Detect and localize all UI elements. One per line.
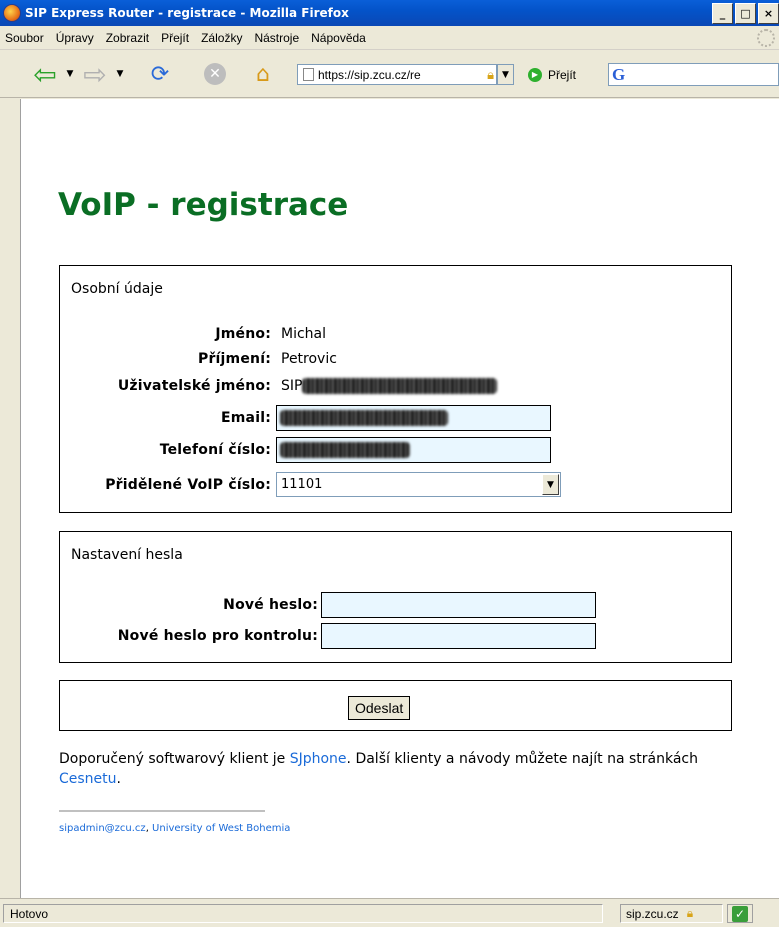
go-button[interactable]: ▶ Přejít — [528, 64, 576, 85]
password-legend: Nastavení hesla — [71, 547, 183, 563]
personal-info-legend: Osobní údaje — [71, 281, 163, 297]
url-bar[interactable]: https://sip.zcu.cz/re 🔒︎ — [297, 64, 497, 85]
menu-upravy[interactable]: Úpravy — [56, 31, 94, 45]
search-input[interactable]: G — [608, 63, 779, 86]
navigation-toolbar: ⇦ ▼ ⇨ ▼ ⟳ ✕ ⌂ https://sip.zcu.cz/re 🔒︎ ▼… — [0, 50, 779, 98]
close-button[interactable]: × — [758, 3, 779, 24]
submit-section: Odeslat — [59, 680, 732, 731]
menu-prejit[interactable]: Přejít — [161, 31, 189, 45]
go-label: Přejít — [548, 67, 577, 82]
page-content: VoIP - registrace Osobní údaje Jméno: Mi… — [20, 99, 779, 898]
reload-icon[interactable]: ⟳ — [145, 59, 175, 89]
maximize-button[interactable]: □ — [735, 3, 756, 24]
menu-bar: Soubor Úpravy Zobrazit Přejít Záložky Ná… — [0, 26, 779, 50]
window-titlebar: SIP Express Router - registrace - Mozill… — [0, 0, 779, 26]
voip-number-label: Přidělené VoIP číslo: — [105, 476, 271, 493]
username-prefix: SIP — [281, 378, 303, 394]
left-frame — [0, 99, 20, 898]
confirm-password-label: Nové heslo pro kontrolu: — [117, 628, 318, 644]
new-password-label: Nové heslo: — [223, 597, 318, 613]
menu-napoveda[interactable]: Nápověda — [311, 31, 366, 45]
status-bar: Hotovo sip.zcu.cz 🔒︎ ✓ — [0, 898, 779, 927]
last-name-label: Příjmení: — [197, 351, 271, 367]
go-icon: ▶ — [528, 67, 542, 82]
password-section: Nastavení hesla Nové heslo: Nové heslo p… — [59, 531, 732, 663]
lock-icon[interactable]: 🔒︎ — [687, 906, 693, 921]
home-icon[interactable]: ⌂ — [248, 59, 278, 89]
voip-number-row: Přidělené VoIP číslo: 11101 ▼ — [71, 472, 561, 497]
footer-email-link[interactable]: sipadmin@zcu.cz — [59, 823, 146, 834]
forward-dropdown-icon[interactable]: ▼ — [114, 59, 126, 89]
status-site-label: sip.zcu.cz — [626, 906, 679, 921]
last-name-value: Petrovic — [281, 351, 337, 367]
checkmark-icon: ✓ — [732, 905, 748, 922]
forward-icon[interactable]: ⇨ — [80, 58, 110, 91]
phone-row: Telefoní číslo: — [71, 437, 551, 463]
status-text: Hotovo — [3, 904, 603, 923]
lock-icon[interactable]: 🔒︎ — [487, 67, 494, 83]
new-password-field[interactable] — [321, 592, 596, 618]
footer: sipadmin@zcu.cz, University of West Bohe… — [59, 823, 290, 834]
menu-zalozky[interactable]: Záložky — [201, 31, 242, 45]
username-row: Uživatelské jméno: SIP — [71, 378, 498, 394]
para-text-2: . Další klienty a návody můžete najít na… — [346, 751, 698, 767]
para-text-3: . — [116, 771, 121, 787]
voip-number-select[interactable]: 11101 ▼ — [276, 472, 561, 497]
para-text-1: Doporučený softwarový klient je — [59, 751, 290, 767]
username-value: SIP — [281, 378, 498, 394]
last-name-row: Příjmení: Petrovic — [71, 351, 337, 367]
stop-icon[interactable]: ✕ — [200, 59, 230, 89]
submit-button[interactable]: Odeslat — [348, 696, 411, 720]
personal-info-section: Osobní údaje Jméno: Michal Příjmení: Pet… — [59, 265, 732, 513]
url-text[interactable]: https://sip.zcu.cz/re — [318, 68, 487, 82]
minimize-button[interactable]: _ — [712, 3, 733, 24]
email-field[interactable] — [276, 405, 551, 431]
firefox-icon — [3, 4, 21, 22]
url-dropdown-icon[interactable]: ▼ — [497, 64, 514, 85]
page-icon — [303, 68, 314, 81]
chevron-down-icon[interactable]: ▼ — [542, 474, 559, 495]
phone-label: Telefoní číslo: — [159, 442, 271, 458]
first-name-row: Jméno: Michal — [71, 326, 326, 342]
redacted-email — [280, 410, 448, 426]
confirm-password-row: Nové heslo pro kontrolu: — [71, 623, 596, 649]
email-row: Email: — [71, 405, 551, 431]
voip-number-value: 11101 — [281, 477, 323, 492]
menu-soubor[interactable]: Soubor — [5, 31, 44, 45]
new-password-row: Nové heslo: — [71, 592, 596, 618]
throbber-icon — [757, 29, 775, 47]
username-label: Uživatelské jméno: — [117, 378, 271, 394]
first-name-label: Jméno: — [215, 326, 271, 342]
back-icon[interactable]: ⇦ — [30, 58, 60, 91]
confirm-password-field[interactable] — [321, 623, 596, 649]
client-recommendation: Doporučený softwarový klient je SJphone.… — [59, 749, 764, 789]
google-icon[interactable]: G — [612, 65, 625, 85]
menu-zobrazit[interactable]: Zobrazit — [106, 31, 149, 45]
sjphone-link[interactable]: SJphone — [290, 751, 347, 767]
first-name-value: Michal — [281, 326, 327, 342]
cesnet-link[interactable]: Cesnetu — [59, 771, 117, 787]
email-label: Email: — [221, 410, 271, 426]
menu-nastroje[interactable]: Nástroje — [254, 31, 299, 45]
status-site[interactable]: sip.zcu.cz 🔒︎ — [620, 904, 723, 923]
redacted-username — [302, 378, 498, 394]
page-title: VoIP - registrace — [58, 187, 349, 223]
window-title: SIP Express Router - registrace - Mozill… — [25, 6, 349, 20]
back-dropdown-icon[interactable]: ▼ — [64, 59, 76, 89]
redacted-phone — [280, 442, 410, 458]
footer-org-link[interactable]: University of West Bohemia — [152, 823, 290, 834]
phone-field[interactable] — [276, 437, 551, 463]
divider — [59, 810, 265, 812]
status-check[interactable]: ✓ — [727, 904, 753, 923]
window-controls: _ □ × — [712, 3, 779, 24]
